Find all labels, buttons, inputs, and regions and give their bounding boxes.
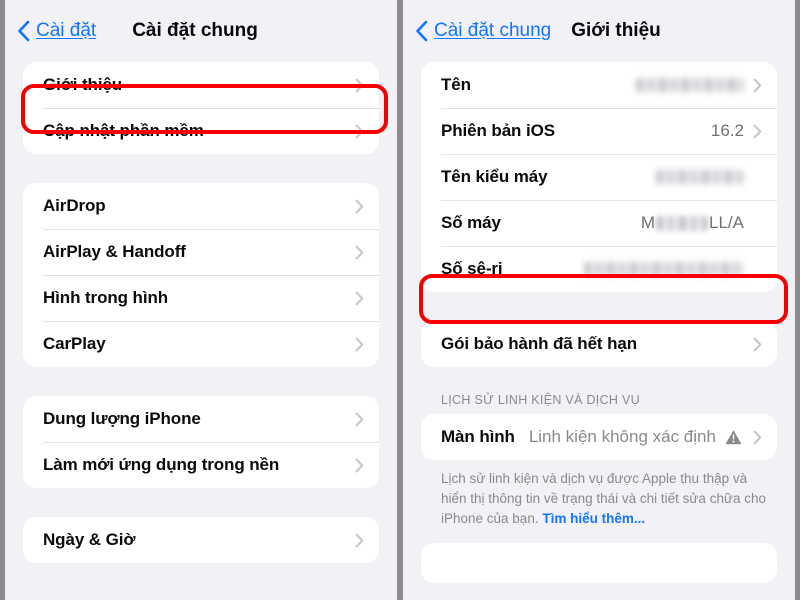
model-number-suffix: LL/A	[709, 213, 744, 232]
sidebar-item-about[interactable]: Giới thiệu	[23, 62, 379, 108]
back-button-label: Cài đặt	[36, 20, 97, 41]
left-settings-list: Giới thiệu Cập nhật phần mềm AirDrop Air…	[5, 62, 397, 563]
parts-history-group: Màn hình Linh kiện không xác định	[421, 414, 777, 460]
right-page-title: Giới thiệu	[571, 20, 661, 41]
chevron-right-icon	[355, 337, 364, 351]
chevron-right-icon	[355, 458, 364, 472]
chevron-right-icon	[753, 337, 762, 351]
sidebar-item-date-time[interactable]: Ngày & Giờ	[23, 517, 379, 563]
about-row-model-number[interactable]: Số máy M LL/A	[421, 200, 777, 246]
next-group-partial	[421, 542, 777, 583]
sidebar-item-iphone-storage[interactable]: Dung lượng iPhone	[23, 396, 379, 442]
chevron-right-icon	[753, 430, 762, 444]
learn-more-link[interactable]: Tìm hiểu thêm...	[542, 511, 645, 526]
row-label: Dung lượng iPhone	[43, 409, 201, 428]
redacted-serial-number	[584, 262, 744, 276]
chevron-right-icon	[753, 124, 762, 138]
row-label: Giới thiệu	[43, 75, 123, 94]
chevron-left-icon	[416, 20, 428, 42]
row-label: Cập nhật phần mềm	[43, 121, 204, 140]
row-label: Gói bảo hành đã hết hạn	[441, 334, 638, 353]
left-navbar: Cài đặt Cài đặt chung	[5, 0, 397, 62]
sidebar-item-background-app-refresh[interactable]: Làm mới ứng dụng trong nền	[23, 442, 379, 488]
parts-row-display[interactable]: Màn hình Linh kiện không xác định	[421, 414, 777, 460]
device-info-group: Tên Phiên bản iOS 16.2 Tên kiểu máy Số m…	[421, 62, 777, 292]
sidebar-item-carplay[interactable]: CarPlay	[23, 321, 379, 367]
left-page-title: Cài đặt chung	[132, 20, 258, 41]
settings-group-connectivity: AirDrop AirPlay & Handoff Hình trong hìn…	[23, 183, 379, 367]
chevron-right-icon	[355, 412, 364, 426]
sidebar-item-airdrop[interactable]: AirDrop	[23, 183, 379, 229]
sidebar-item-software-update[interactable]: Cập nhật phần mềm	[23, 108, 379, 154]
row-label: Tên	[441, 75, 471, 94]
chevron-right-icon	[355, 78, 364, 92]
group-gap	[421, 367, 777, 393]
row-label: Ngày & Giờ	[43, 530, 136, 549]
group-gap	[421, 292, 777, 321]
about-row-name[interactable]: Tên	[421, 62, 777, 108]
left-phone-screen: Cài đặt Cài đặt chung Giới thiệu Cập nhậ…	[0, 0, 397, 600]
chevron-right-icon	[355, 199, 364, 213]
row-label: AirDrop	[43, 196, 106, 215]
right-phone-screen: Cài đặt chung Giới thiệu Tên Phiên bản i…	[397, 0, 800, 600]
parts-status-value: Linh kiện không xác định	[528, 427, 716, 446]
group-gap	[23, 488, 379, 517]
sidebar-item-airplay-handoff[interactable]: AirPlay & Handoff	[23, 229, 379, 275]
dual-screenshot-container: Cài đặt Cài đặt chung Giới thiệu Cập nhậ…	[0, 0, 800, 600]
model-number-prefix: M	[640, 213, 656, 232]
row-label: Số sê-ri	[441, 259, 503, 278]
warranty-group: Gói bảo hành đã hết hạn	[421, 321, 777, 367]
right-navbar: Cài đặt chung Giới thiệu	[403, 0, 795, 62]
parts-footer-note: Lịch sử linh kiện và dịch vụ được Apple …	[421, 460, 777, 529]
row-label: Làm mới ứng dụng trong nền	[43, 455, 280, 474]
sidebar-item-picture-in-picture[interactable]: Hình trong hình	[23, 275, 379, 321]
ios-version-value: 16.2	[710, 121, 744, 140]
chevron-right-icon	[355, 291, 364, 305]
group-gap	[23, 154, 379, 183]
group-gap	[421, 529, 777, 543]
back-button-label: Cài đặt chung	[434, 20, 552, 41]
chevron-right-icon	[355, 124, 364, 138]
group-gap	[23, 367, 379, 396]
chevron-right-icon	[355, 533, 364, 547]
settings-group-about: Giới thiệu Cập nhật phần mềm	[23, 62, 379, 154]
settings-group-datetime: Ngày & Giờ	[23, 517, 379, 563]
warning-triangle-icon	[725, 430, 742, 445]
row-label: Số máy	[441, 213, 501, 232]
model-number-value: M LL/A	[641, 213, 744, 233]
about-row-warranty[interactable]: Gói bảo hành đã hết hạn	[421, 321, 777, 367]
about-row-ios-version[interactable]: Phiên bản iOS 16.2	[421, 108, 777, 154]
row-label: Phiên bản iOS	[441, 121, 555, 140]
redacted-model-name	[656, 170, 744, 184]
chevron-right-icon	[753, 78, 762, 92]
row-label: Màn hình	[441, 427, 515, 446]
about-list: Tên Phiên bản iOS 16.2 Tên kiểu máy Số m…	[403, 62, 795, 583]
row-label: AirPlay & Handoff	[43, 242, 186, 261]
about-row-serial-number[interactable]: Số sê-ri	[421, 246, 777, 292]
back-button-settings[interactable]: Cài đặt	[17, 20, 96, 42]
row-label: CarPlay	[43, 334, 106, 353]
parts-section-header: Lịch sử linh kiện và dịch vụ	[441, 393, 640, 407]
row-label: Hình trong hình	[43, 288, 169, 307]
row-label: Tên kiểu máy	[441, 167, 548, 186]
chevron-left-icon	[18, 20, 30, 42]
back-button-general[interactable]: Cài đặt chung	[415, 20, 551, 42]
chevron-right-icon	[355, 245, 364, 259]
redacted-device-name	[636, 78, 744, 92]
redacted-model-number-middle	[656, 215, 709, 231]
about-row-model-name[interactable]: Tên kiểu máy	[421, 154, 777, 200]
settings-group-storage: Dung lượng iPhone Làm mới ứng dụng trong…	[23, 396, 379, 488]
